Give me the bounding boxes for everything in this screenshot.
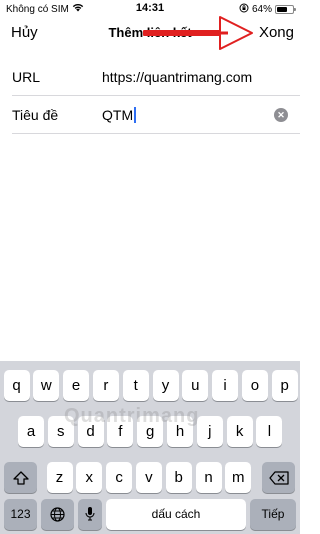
key-g[interactable]: g xyxy=(137,416,164,447)
key-n[interactable]: n xyxy=(195,462,222,493)
numbers-key[interactable]: 123 xyxy=(4,499,37,530)
annotation-arrow-icon xyxy=(143,16,253,50)
globe-icon xyxy=(50,507,65,522)
key-s[interactable]: s xyxy=(47,416,74,447)
backspace-icon xyxy=(268,471,289,485)
key-y[interactable]: y xyxy=(152,370,179,401)
key-i[interactable]: i xyxy=(212,370,239,401)
text-caret xyxy=(134,106,137,123)
battery-icon xyxy=(275,5,296,14)
key-o[interactable]: o xyxy=(241,370,268,401)
key-x[interactable]: x xyxy=(76,462,103,493)
shift-icon xyxy=(12,471,29,485)
key-k[interactable]: k xyxy=(226,416,253,447)
key-l[interactable]: l xyxy=(256,416,283,447)
key-c[interactable]: c xyxy=(106,462,133,493)
key-d[interactable]: d xyxy=(77,416,104,447)
link-form: URL https://quantrimang.com Tiêu đề QTM … xyxy=(0,58,300,134)
key-z[interactable]: z xyxy=(46,462,73,493)
title-field[interactable]: QTM xyxy=(102,106,300,123)
url-field[interactable]: https://quantrimang.com xyxy=(102,69,300,85)
key-a[interactable]: a xyxy=(18,416,44,447)
key-w[interactable]: w xyxy=(33,370,60,401)
key-q[interactable]: q xyxy=(3,370,30,401)
url-row: URL https://quantrimang.com xyxy=(12,58,300,96)
key-b[interactable]: b xyxy=(165,462,192,493)
title-label: Tiêu đề xyxy=(12,106,59,123)
done-button[interactable]: Xong xyxy=(259,24,294,41)
key-t[interactable]: t xyxy=(122,370,149,401)
shift-key[interactable] xyxy=(4,462,37,493)
key-m[interactable]: m xyxy=(225,462,252,493)
microphone-icon xyxy=(85,507,95,521)
battery-fill xyxy=(277,7,287,12)
key-f[interactable]: f xyxy=(107,416,134,447)
globe-key[interactable] xyxy=(41,499,74,530)
title-field-text: QTM xyxy=(102,106,134,123)
key-p[interactable]: p xyxy=(271,370,298,401)
key-r[interactable]: r xyxy=(92,370,119,401)
title-row: Tiêu đề QTM ✕ xyxy=(12,96,300,134)
key-h[interactable]: h xyxy=(167,416,193,447)
clear-icon[interactable]: ✕ xyxy=(274,107,288,122)
keyboard: 123 dấu cách Tiếp qwertyuiop asdfghjkl zxc… xyxy=(0,361,300,534)
battery-percent: 64% xyxy=(251,4,272,15)
key-v[interactable]: v xyxy=(135,462,162,493)
url-label: URL xyxy=(12,68,41,85)
space-key[interactable]: dấu cách xyxy=(106,499,246,530)
delete-key[interactable] xyxy=(262,462,295,493)
key-j[interactable]: j xyxy=(196,416,223,447)
key-e[interactable]: e xyxy=(63,370,90,401)
key-u[interactable]: u xyxy=(182,370,209,401)
dictation-key[interactable] xyxy=(78,499,102,530)
return-key[interactable]: Tiếp xyxy=(250,499,296,530)
